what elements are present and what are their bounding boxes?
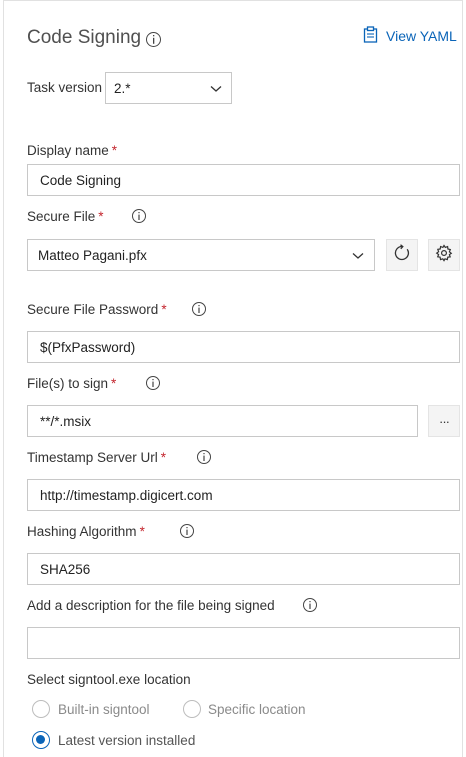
task-version-value: 2.* bbox=[114, 80, 131, 96]
required-marker: * bbox=[160, 450, 167, 465]
files-to-sign-input[interactable]: **/*.msix bbox=[27, 405, 418, 437]
chevron-down-icon bbox=[210, 81, 222, 96]
description-label: Add a description for the file being sig… bbox=[27, 598, 275, 613]
refresh-icon bbox=[393, 243, 411, 267]
secure-file-label-text: Secure File bbox=[27, 209, 96, 224]
secure-file-password-label: Secure File Password * bbox=[27, 302, 167, 317]
signtool-location-label: Select signtool.exe location bbox=[27, 672, 191, 687]
display-name-label-text: Display name bbox=[27, 143, 109, 158]
view-yaml-link[interactable]: View YAML bbox=[363, 26, 457, 46]
timestamp-url-label-text: Timestamp Server Url bbox=[27, 450, 158, 465]
info-icon[interactable] bbox=[303, 598, 317, 612]
required-marker: * bbox=[98, 209, 104, 224]
secure-file-password-input[interactable]: $(PfxPassword) bbox=[27, 331, 460, 363]
radio-built-in-signtool-label: Built-in signtool bbox=[58, 702, 150, 717]
clipboard-icon bbox=[363, 26, 378, 46]
timestamp-url-label: Timestamp Server Url * bbox=[27, 450, 166, 465]
secure-file-label: Secure File * bbox=[27, 209, 104, 224]
secure-file-password-label-text: Secure File Password bbox=[27, 302, 159, 317]
info-icon[interactable] bbox=[192, 302, 206, 316]
secure-file-select[interactable]: Matteo Pagani.pfx bbox=[27, 239, 375, 271]
required-marker: * bbox=[161, 302, 167, 317]
radio-built-in-signtool[interactable] bbox=[32, 700, 50, 718]
info-icon[interactable] bbox=[197, 450, 211, 464]
files-to-sign-label: File(s) to sign * bbox=[27, 376, 116, 391]
info-icon[interactable] bbox=[132, 209, 146, 223]
view-yaml-label: View YAML bbox=[386, 28, 457, 44]
timestamp-url-input[interactable]: http://timestamp.digicert.com bbox=[27, 479, 460, 511]
hashing-algorithm-label-text: Hashing Algorithm bbox=[27, 524, 137, 539]
refresh-button[interactable] bbox=[386, 239, 418, 271]
gear-icon bbox=[435, 243, 453, 267]
hashing-algorithm-label: Hashing Algorithm * bbox=[27, 524, 145, 539]
secure-file-password-value: $(PfxPassword) bbox=[40, 339, 136, 355]
secure-file-value: Matteo Pagani.pfx bbox=[38, 247, 147, 263]
chevron-down-icon bbox=[352, 248, 364, 263]
manage-button[interactable] bbox=[428, 239, 460, 271]
radio-latest-version-installed-label: Latest version installed bbox=[58, 733, 196, 748]
radio-specific-location[interactable] bbox=[183, 700, 201, 718]
timestamp-url-value: http://timestamp.digicert.com bbox=[40, 487, 213, 503]
task-version-label: Task version bbox=[27, 80, 103, 95]
description-input[interactable] bbox=[27, 627, 460, 659]
info-icon[interactable] bbox=[146, 32, 161, 47]
page-title: Code Signing bbox=[27, 27, 142, 48]
required-marker: * bbox=[139, 524, 145, 539]
browse-button[interactable]: ··· bbox=[428, 405, 460, 437]
radio-specific-location-label: Specific location bbox=[208, 702, 306, 717]
radio-latest-version-installed[interactable] bbox=[32, 731, 50, 749]
files-to-sign-label-text: File(s) to sign bbox=[27, 376, 109, 391]
files-to-sign-value: **/*.msix bbox=[40, 413, 92, 429]
display-name-value: Code Signing bbox=[40, 172, 122, 188]
info-icon[interactable] bbox=[180, 524, 194, 538]
display-name-label: Display name * bbox=[27, 143, 117, 158]
display-name-input[interactable]: Code Signing bbox=[27, 164, 460, 196]
required-marker: * bbox=[111, 143, 118, 158]
more-icon: ··· bbox=[439, 413, 450, 429]
task-version-select[interactable]: 2.* bbox=[105, 72, 232, 104]
hashing-algorithm-input[interactable]: SHA256 bbox=[27, 553, 460, 585]
info-icon[interactable] bbox=[146, 376, 160, 390]
hashing-algorithm-value: SHA256 bbox=[40, 561, 91, 577]
required-marker: * bbox=[111, 376, 117, 391]
